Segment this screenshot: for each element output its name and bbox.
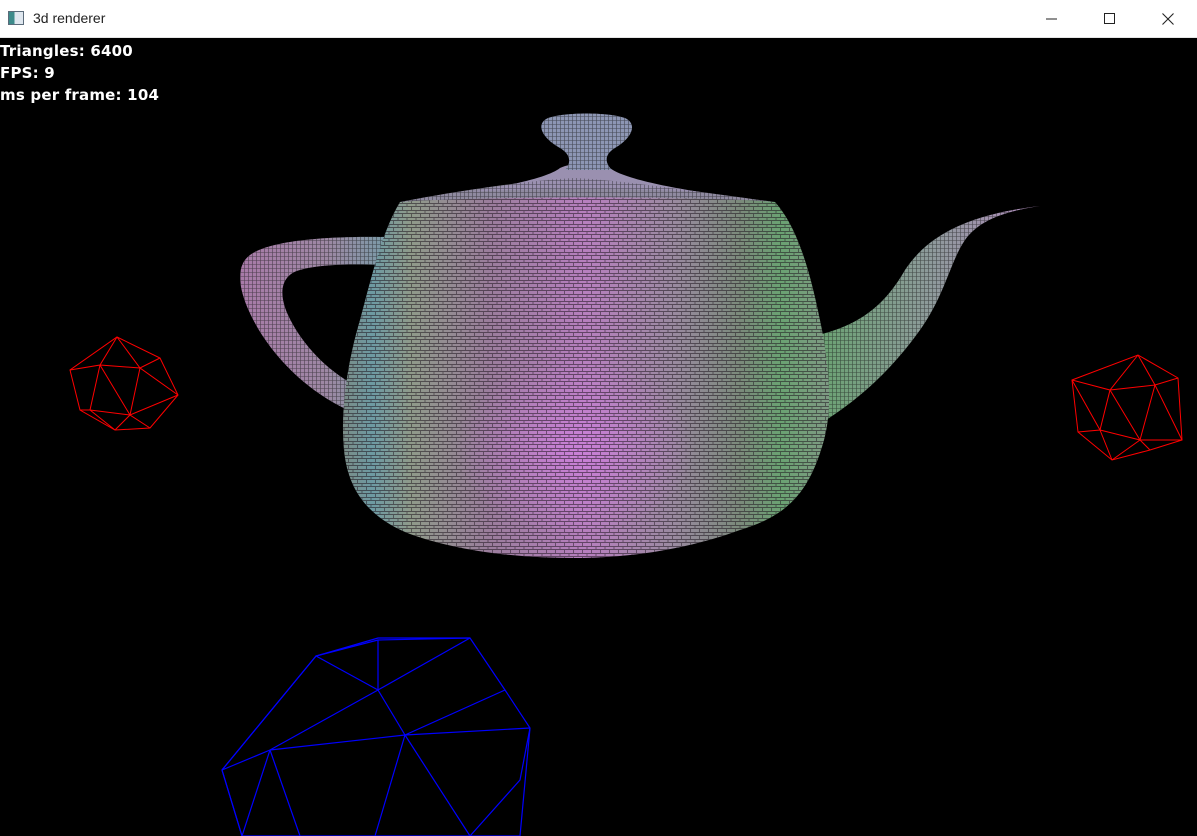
maximize-button[interactable]: [1081, 0, 1139, 37]
fps-stat: FPS: 9: [0, 64, 55, 82]
app-icon: [8, 11, 24, 25]
triangles-stat: Triangles: 6400: [0, 42, 133, 60]
stats-overlay: Triangles: 6400 FPS: 9 ms per frame: 104: [0, 40, 159, 106]
maximize-icon: [1104, 12, 1115, 24]
icosahedron-right: [1071, 354, 1183, 461]
icosahedron-left: [69, 336, 179, 431]
close-button[interactable]: [1139, 0, 1197, 37]
scene-canvas: [69, 113, 1183, 836]
render-viewport[interactable]: Triangles: 6400 FPS: 9 ms per frame: 104: [0, 38, 1197, 836]
teapot-model: [240, 113, 1040, 558]
close-icon: [1162, 12, 1174, 25]
window-title: 3d renderer: [33, 10, 106, 26]
minimize-icon: [1046, 18, 1057, 19]
title-bar[interactable]: 3d renderer: [0, 0, 1197, 38]
minimize-button[interactable]: [1023, 0, 1081, 37]
ms-per-frame-stat: ms per frame: 104: [0, 86, 160, 104]
icosahedron-bottom: [221, 637, 531, 836]
